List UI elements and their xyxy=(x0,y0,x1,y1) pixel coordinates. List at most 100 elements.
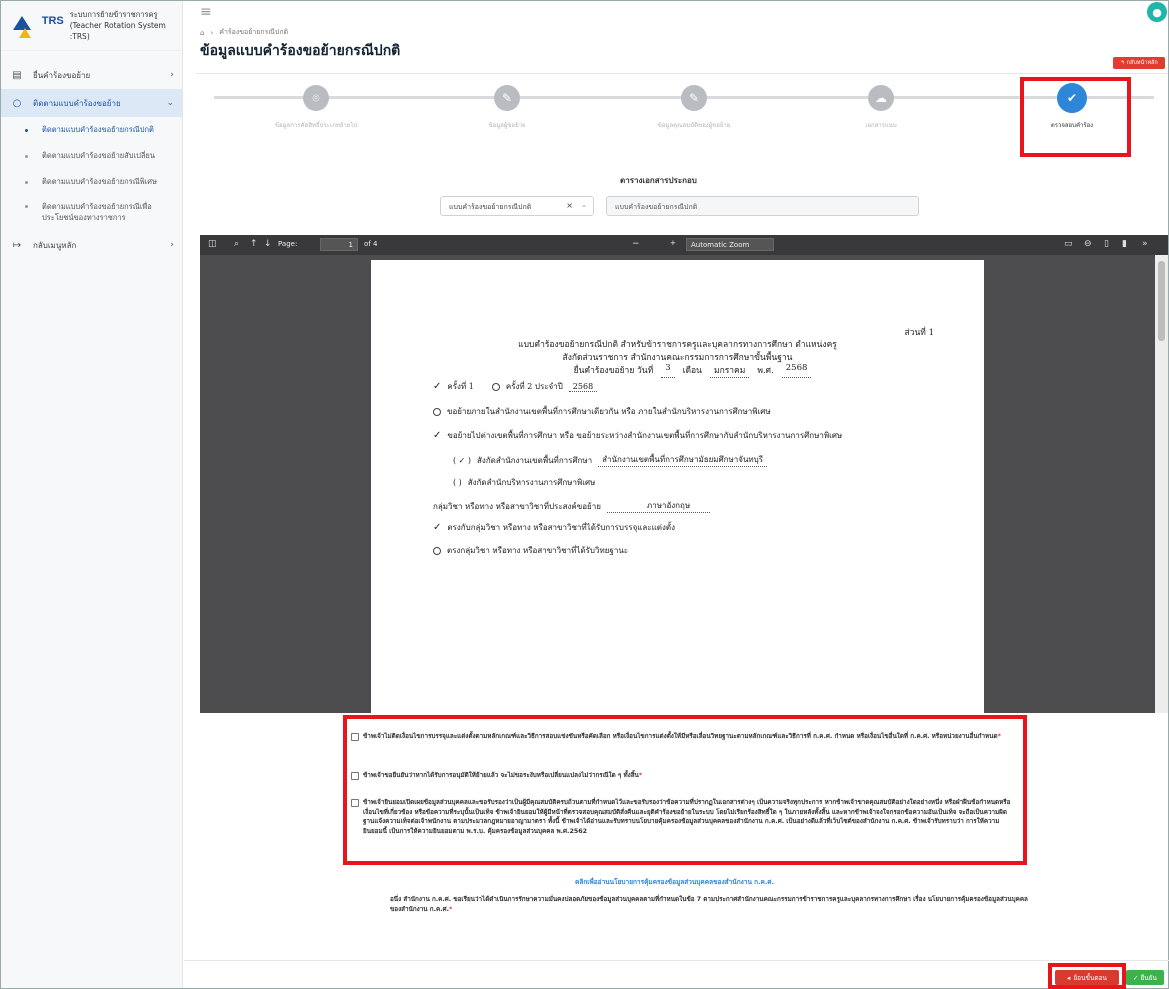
sidebar-subitem-swap[interactable]: ติดตามแบบคำร้องขอย้ายสับเปลี่ยน xyxy=(1,143,182,169)
round-year: 2568 xyxy=(568,382,598,392)
breadcrumb: ⌂ › คำร้องขอย้ายกรณีปกติ xyxy=(200,27,288,38)
sidebar-toggle-icon[interactable]: ◫ xyxy=(208,239,217,249)
highlight-box-back-button xyxy=(1048,963,1126,989)
checked-icon: ✓ xyxy=(433,430,442,441)
doc-date-row: ยื่นคำร้องขอย้าย วันที่ 3 เดือน มกราคม พ… xyxy=(371,363,984,378)
doc-sub1-row: ( ✓ ) สังกัดสำนักงานเขตพื้นที่การศึกษา ส… xyxy=(453,453,768,467)
document-icon: ▤ xyxy=(12,69,22,81)
sidebar-subitem-official[interactable]: ติดตามแบบคำร้องขอย้ายกรณีเพื่อประโยชน์ขอ… xyxy=(1,195,182,231)
clear-icon[interactable]: × xyxy=(566,201,573,210)
breadcrumb-separator: › xyxy=(210,28,214,37)
open-file-icon[interactable]: ⊖ xyxy=(1084,239,1092,249)
user-edit-icon: ✎ xyxy=(494,85,520,111)
doc-heading-2: สังกัดส่วนราชการ สำนักงานคณะกรรมการการศึ… xyxy=(562,353,793,363)
sub1-prefix: สังกัดสำนักงานเขตพื้นที่การศึกษา xyxy=(477,455,593,465)
sidebar-item-label: กลับเมนูหลัก xyxy=(33,240,77,250)
subitem-label: ติดตามแบบคำร้องขอย้ายกรณีพิเศษ xyxy=(42,177,157,186)
app-logo[interactable]: TRS ระบบการย้ายข้าราชการครู (Teacher Rot… xyxy=(1,1,182,51)
sidebar-subitem-special[interactable]: ติดตามแบบคำร้องขอย้ายกรณีพิเศษ xyxy=(1,169,182,195)
zoom-out-icon[interactable]: − xyxy=(632,239,640,249)
user-avatar-icon[interactable]: ● xyxy=(1147,2,1167,22)
subopt2-label: ตรงกลุ่มวิชา หรือทาง หรือสาขาวิชาที่ได้ร… xyxy=(447,546,629,555)
bullet-icon xyxy=(25,154,28,158)
date-year: 2568 xyxy=(781,363,812,378)
zoom-in-icon[interactable]: + xyxy=(670,239,676,247)
opt2-label: ขอย้ายไปต่างเขตพื้นที่การศึกษา หรือ ขอย้… xyxy=(447,431,843,440)
month-label: เดือน xyxy=(682,366,702,376)
step-2[interactable]: ✎ ข้อมูลผู้ขอย้าย xyxy=(447,85,567,130)
subitem-label: ติดตามแบบคำร้องขอย้ายสับเปลี่ยน xyxy=(42,151,155,160)
required-mark: * xyxy=(448,906,453,913)
sub2-label: สังกัดสำนักบริหารงานการศึกษาพิเศษ xyxy=(467,478,596,487)
arrow-up-icon[interactable]: ↑ xyxy=(250,239,258,249)
home-icon[interactable]: ⌂ xyxy=(200,29,204,37)
search-icon: ○ xyxy=(12,97,22,109)
bullet-icon xyxy=(25,128,28,132)
pdf-scrollbar[interactable] xyxy=(1155,255,1168,713)
step-label: ข้อมูลการคัดสิทธิ์ประเภทย้ายไป xyxy=(274,122,358,129)
trs-logo-icon xyxy=(13,12,36,40)
document-name-input[interactable]: แบบคำร้องขอย้ายกรณีปกติ xyxy=(606,196,919,216)
page-number-input[interactable]: 1 xyxy=(320,238,358,251)
sidebar-item-home[interactable]: ↦ กลับเมนูหลัก › xyxy=(1,231,182,259)
chevron-down-icon: ⌄ xyxy=(166,98,174,108)
footer-divider xyxy=(184,960,1169,961)
round2-label: ครั้งที่ 2 ประจำปี xyxy=(505,382,563,391)
docs-title: ตารางเอกสารประกอบ xyxy=(620,176,697,185)
consent-body: อนึ่ง สำนักงาน ก.ค.ศ. ขอเรียนว่าได้ดำเนิ… xyxy=(390,896,1028,913)
location-pin-icon: ⌾ xyxy=(303,85,329,111)
bookmark-icon[interactable]: ▮ xyxy=(1122,239,1127,249)
scroll-thumb[interactable] xyxy=(1158,261,1165,341)
sub1-mark: ( ✓ ) xyxy=(453,455,472,465)
doc-opt2-row: ✓ ขอย้ายไปต่างเขตพื้นที่การศึกษา หรือ ขอ… xyxy=(433,429,842,442)
sidebar-nav: ▤ ยื่นคำร้องขอย้าย › ○ ติดตามแบบคำร้องขอ… xyxy=(1,51,182,259)
breadcrumb-item[interactable]: คำร้องขอย้ายกรณีปกติ xyxy=(219,27,288,38)
sidebar: TRS ระบบการย้ายข้าราชการครู (Teacher Rot… xyxy=(1,1,183,988)
pdf-viewer: ◫ ⌕ ↑ ↓ Page: 1 of 4 − + Automatic Zoom … xyxy=(200,235,1168,713)
zoom-select[interactable]: Automatic Zoom xyxy=(686,238,774,251)
select-value: แบบคำร้องขอย้ายกรณีปกติ xyxy=(449,203,532,211)
sub1-value: สำนักงานเขตพื้นที่การศึกษามัธยมศึกษาจันท… xyxy=(598,453,768,467)
highlight-box-declarations xyxy=(343,715,1027,865)
step-4[interactable]: ☁ เอกสารแนบ xyxy=(821,85,941,130)
step-3[interactable]: ✎ ข้อมูลคุณสมบัติของผู้ขอย้าย xyxy=(634,85,754,130)
sidebar-item-submit[interactable]: ▤ ยื่นคำร้องขอย้าย › xyxy=(1,61,182,89)
year-label: พ.ศ. xyxy=(757,366,774,376)
doc-subopt2-row: ตรงกลุ่มวิชา หรือทาง หรือสาขาวิชาที่ได้ร… xyxy=(433,544,628,557)
print-icon[interactable]: ▯ xyxy=(1104,239,1109,249)
chevron-down-icon[interactable]: ⌄ xyxy=(581,201,587,209)
doc-opt1-row: ขอย้ายภายในสำนักงานเขตพื้นที่การศึกษาเดี… xyxy=(433,405,771,418)
doc-subject-row: กลุ่มวิชา หรือทาง หรือสาขาวิชาที่ประสงค์… xyxy=(433,499,711,513)
step-label: ข้อมูลผู้ขอย้าย xyxy=(488,122,526,129)
sidebar-item-label: ยื่นคำร้องขอย้าย xyxy=(33,70,91,80)
logo-title: ระบบการย้ายข้าราชการครู (Teacher Rotatio… xyxy=(70,9,182,42)
document-select[interactable]: แบบคำร้องขอย้ายกรณีปกติ × ⌄ xyxy=(440,196,594,216)
search-icon[interactable]: ⌕ xyxy=(234,239,239,249)
date-prefix: ยื่นคำร้องขอย้าย วันที่ xyxy=(573,366,654,376)
user-check-icon: ✎ xyxy=(681,85,707,111)
sidebar-item-track[interactable]: ○ ติดตามแบบคำร้องขอย้าย ⌄ xyxy=(1,89,182,117)
bullet-icon xyxy=(25,180,28,184)
doc-round-row: ✓ ครั้งที่ 1 ครั้งที่ 2 ประจำปี 2568 xyxy=(433,380,598,393)
back-home-button[interactable]: ↰ กลับหน้าหลัก xyxy=(1113,57,1165,69)
step-1[interactable]: ⌾ ข้อมูลการคัดสิทธิ์ประเภทย้ายไป xyxy=(256,85,376,130)
arrow-down-icon[interactable]: ↓ xyxy=(264,239,272,249)
logout-icon: ↦ xyxy=(12,239,22,251)
tools-chevron-icon[interactable]: » xyxy=(1142,239,1148,249)
confirm-button[interactable]: ✓ ยืนยัน xyxy=(1126,970,1164,985)
sidebar-subitem-normal[interactable]: ติดตามแบบคำร้องขอย้ายกรณีปกติ xyxy=(1,117,182,143)
checked-icon: ✓ xyxy=(433,522,442,533)
divider xyxy=(196,73,1168,74)
privacy-policy-link[interactable]: คลิกเพื่ออ่านนโยบายการคุ้มครองข้อมูลส่วน… xyxy=(0,877,1169,887)
logo-trs-text: TRS xyxy=(41,14,64,27)
subopt1-label: ตรงกับกลุ่มวิชา หรือทาง หรือสาขาวิชาที่ไ… xyxy=(447,523,675,532)
subitem-label: ติดตามแบบคำร้องขอย้ายกรณีเพื่อประโยชน์ขอ… xyxy=(42,202,152,222)
page-count: of 4 xyxy=(364,240,378,248)
presentation-icon[interactable]: ▭ xyxy=(1064,239,1073,249)
chevron-right-icon: › xyxy=(170,240,174,250)
subject-value: ภาษาอังกฤษ xyxy=(606,499,711,513)
step-label: ข้อมูลคุณสมบัติของผู้ขอย้าย xyxy=(657,122,731,129)
hamburger-menu-icon[interactable]: ≡ xyxy=(200,4,212,20)
page-title: ข้อมูลแบบคำร้องขอย้ายกรณีปกติ xyxy=(200,43,401,59)
doc-sub2-row: ( ) สังกัดสำนักบริหารงานการศึกษาพิเศษ xyxy=(453,476,595,489)
